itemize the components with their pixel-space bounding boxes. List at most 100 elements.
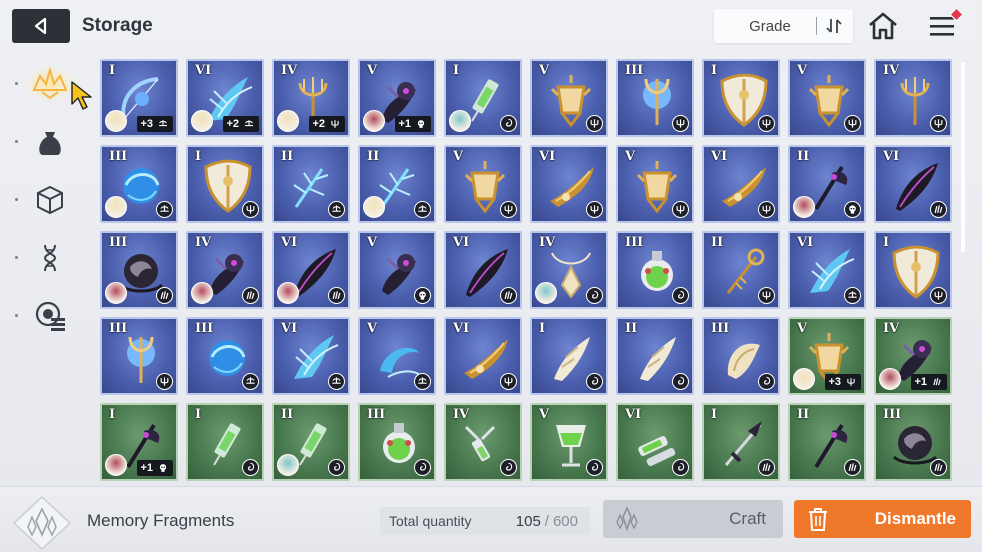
inventory-item[interactable]: IV bbox=[186, 231, 264, 309]
inventory-item[interactable]: III bbox=[616, 59, 694, 137]
menu-icon[interactable] bbox=[926, 9, 966, 43]
inventory-item[interactable]: V bbox=[358, 231, 436, 309]
inventory-item[interactable]: I bbox=[186, 403, 264, 481]
item-grade: I bbox=[711, 407, 718, 422]
trident-type-icon bbox=[762, 205, 771, 214]
inventory-item[interactable]: III bbox=[100, 317, 178, 395]
sidebar-item-module[interactable] bbox=[22, 294, 78, 338]
inventory-item[interactable]: II bbox=[616, 317, 694, 395]
type-badge bbox=[500, 201, 517, 218]
inventory-item[interactable]: VI bbox=[530, 145, 608, 223]
type-badge bbox=[586, 459, 603, 476]
category-sidebar bbox=[0, 60, 90, 480]
inventory-item[interactable]: IV +2 bbox=[272, 59, 350, 137]
sidebar-item-cube[interactable] bbox=[22, 178, 78, 222]
inventory-item[interactable]: I bbox=[444, 59, 522, 137]
inventory-item[interactable]: VI bbox=[444, 231, 522, 309]
inventory-item[interactable]: I +1 bbox=[100, 403, 178, 481]
inventory-item[interactable]: V bbox=[530, 59, 608, 137]
dismantle-button[interactable]: Dismantle bbox=[794, 500, 971, 538]
inventory-item[interactable]: I bbox=[186, 145, 264, 223]
item-grade: IV bbox=[195, 235, 212, 250]
sparkle-crown-icon bbox=[24, 66, 76, 102]
item-grade: V bbox=[539, 63, 550, 78]
inventory-item[interactable]: IV bbox=[874, 59, 952, 137]
item-grade: II bbox=[797, 407, 810, 422]
item-grade: VI bbox=[797, 235, 814, 250]
claw-type-icon bbox=[332, 291, 341, 300]
swirl-type-icon bbox=[506, 118, 513, 127]
swirl-type-icon bbox=[334, 462, 341, 471]
grade-sort-button[interactable]: Grade bbox=[714, 9, 853, 43]
sidebar-item-pouch[interactable] bbox=[22, 120, 78, 164]
inventory-item[interactable]: III bbox=[186, 317, 264, 395]
pointer-cursor-icon bbox=[71, 81, 92, 110]
type-badge bbox=[844, 287, 861, 304]
inventory-item[interactable]: VI bbox=[702, 145, 780, 223]
inventory-item[interactable]: III bbox=[358, 403, 436, 481]
inventory-item[interactable]: II bbox=[358, 145, 436, 223]
trident-type-icon bbox=[504, 377, 513, 386]
item-grade: IV bbox=[453, 407, 470, 422]
sidebar-item-dna[interactable] bbox=[22, 236, 78, 280]
inventory-item[interactable]: VI bbox=[616, 403, 694, 481]
inventory-item[interactable]: V bbox=[530, 403, 608, 481]
type-badge bbox=[242, 287, 259, 304]
inventory-item[interactable]: V bbox=[358, 317, 436, 395]
inventory-item[interactable]: V +1 bbox=[358, 59, 436, 137]
trident-type-icon bbox=[676, 205, 685, 214]
back-button[interactable] bbox=[12, 9, 70, 43]
inventory-item[interactable]: III bbox=[100, 231, 178, 309]
inventory-item[interactable]: VI bbox=[788, 231, 866, 309]
inventory-item[interactable]: VI bbox=[272, 317, 350, 395]
inventory-item[interactable]: VI bbox=[444, 317, 522, 395]
libra-type-icon bbox=[848, 291, 857, 298]
inventory-item[interactable]: III bbox=[100, 145, 178, 223]
inventory-item[interactable]: VI bbox=[874, 145, 952, 223]
inventory-item[interactable]: II bbox=[702, 231, 780, 309]
craft-button[interactable]: Craft bbox=[603, 500, 783, 538]
type-badge bbox=[414, 287, 431, 304]
inventory-item[interactable]: II bbox=[788, 145, 866, 223]
inventory-item[interactable]: II bbox=[272, 145, 350, 223]
equipped-character-avatar bbox=[277, 282, 299, 304]
equipped-character-avatar bbox=[363, 196, 385, 218]
inventory-item[interactable]: I bbox=[874, 231, 952, 309]
item-grade: V bbox=[367, 321, 378, 336]
inventory-item[interactable]: IV bbox=[530, 231, 608, 309]
inventory-item[interactable]: V bbox=[616, 145, 694, 223]
inventory-item[interactable]: I +3 bbox=[100, 59, 178, 137]
enhance-level-badge: +1 bbox=[395, 116, 431, 132]
type-badge bbox=[414, 201, 431, 218]
inventory-item[interactable]: IV bbox=[444, 403, 522, 481]
swirl-type-icon bbox=[678, 376, 685, 385]
inventory-item[interactable]: V bbox=[788, 59, 866, 137]
type-badge bbox=[328, 459, 345, 476]
item-grade: I bbox=[109, 63, 116, 78]
inventory-item[interactable]: III bbox=[616, 231, 694, 309]
resource-name: Memory Fragments bbox=[87, 511, 235, 530]
inventory-item[interactable]: III bbox=[702, 317, 780, 395]
inventory-item[interactable]: VI +2 bbox=[186, 59, 264, 137]
inventory-item[interactable]: III bbox=[874, 403, 952, 481]
type-badge bbox=[758, 287, 775, 304]
type-badge bbox=[500, 459, 517, 476]
type-badge bbox=[758, 459, 775, 476]
inventory-item[interactable]: II bbox=[788, 403, 866, 481]
type-badge bbox=[414, 373, 431, 390]
inventory-item[interactable]: V bbox=[444, 145, 522, 223]
inventory-item[interactable]: II bbox=[272, 403, 350, 481]
item-grade: VI bbox=[281, 235, 298, 250]
inventory-item[interactable]: V +3 bbox=[788, 317, 866, 395]
scrollbar[interactable] bbox=[961, 62, 965, 252]
inventory-item[interactable]: VI bbox=[272, 231, 350, 309]
inventory-item[interactable]: I bbox=[702, 59, 780, 137]
home-icon[interactable] bbox=[866, 10, 900, 42]
item-grade: IV bbox=[883, 321, 900, 336]
trident-type-icon bbox=[848, 119, 857, 128]
type-badge bbox=[672, 287, 689, 304]
sort-order-icon[interactable] bbox=[823, 15, 845, 37]
inventory-item[interactable]: I bbox=[702, 403, 780, 481]
inventory-item[interactable]: I bbox=[530, 317, 608, 395]
inventory-item[interactable]: IV +1 bbox=[874, 317, 952, 395]
